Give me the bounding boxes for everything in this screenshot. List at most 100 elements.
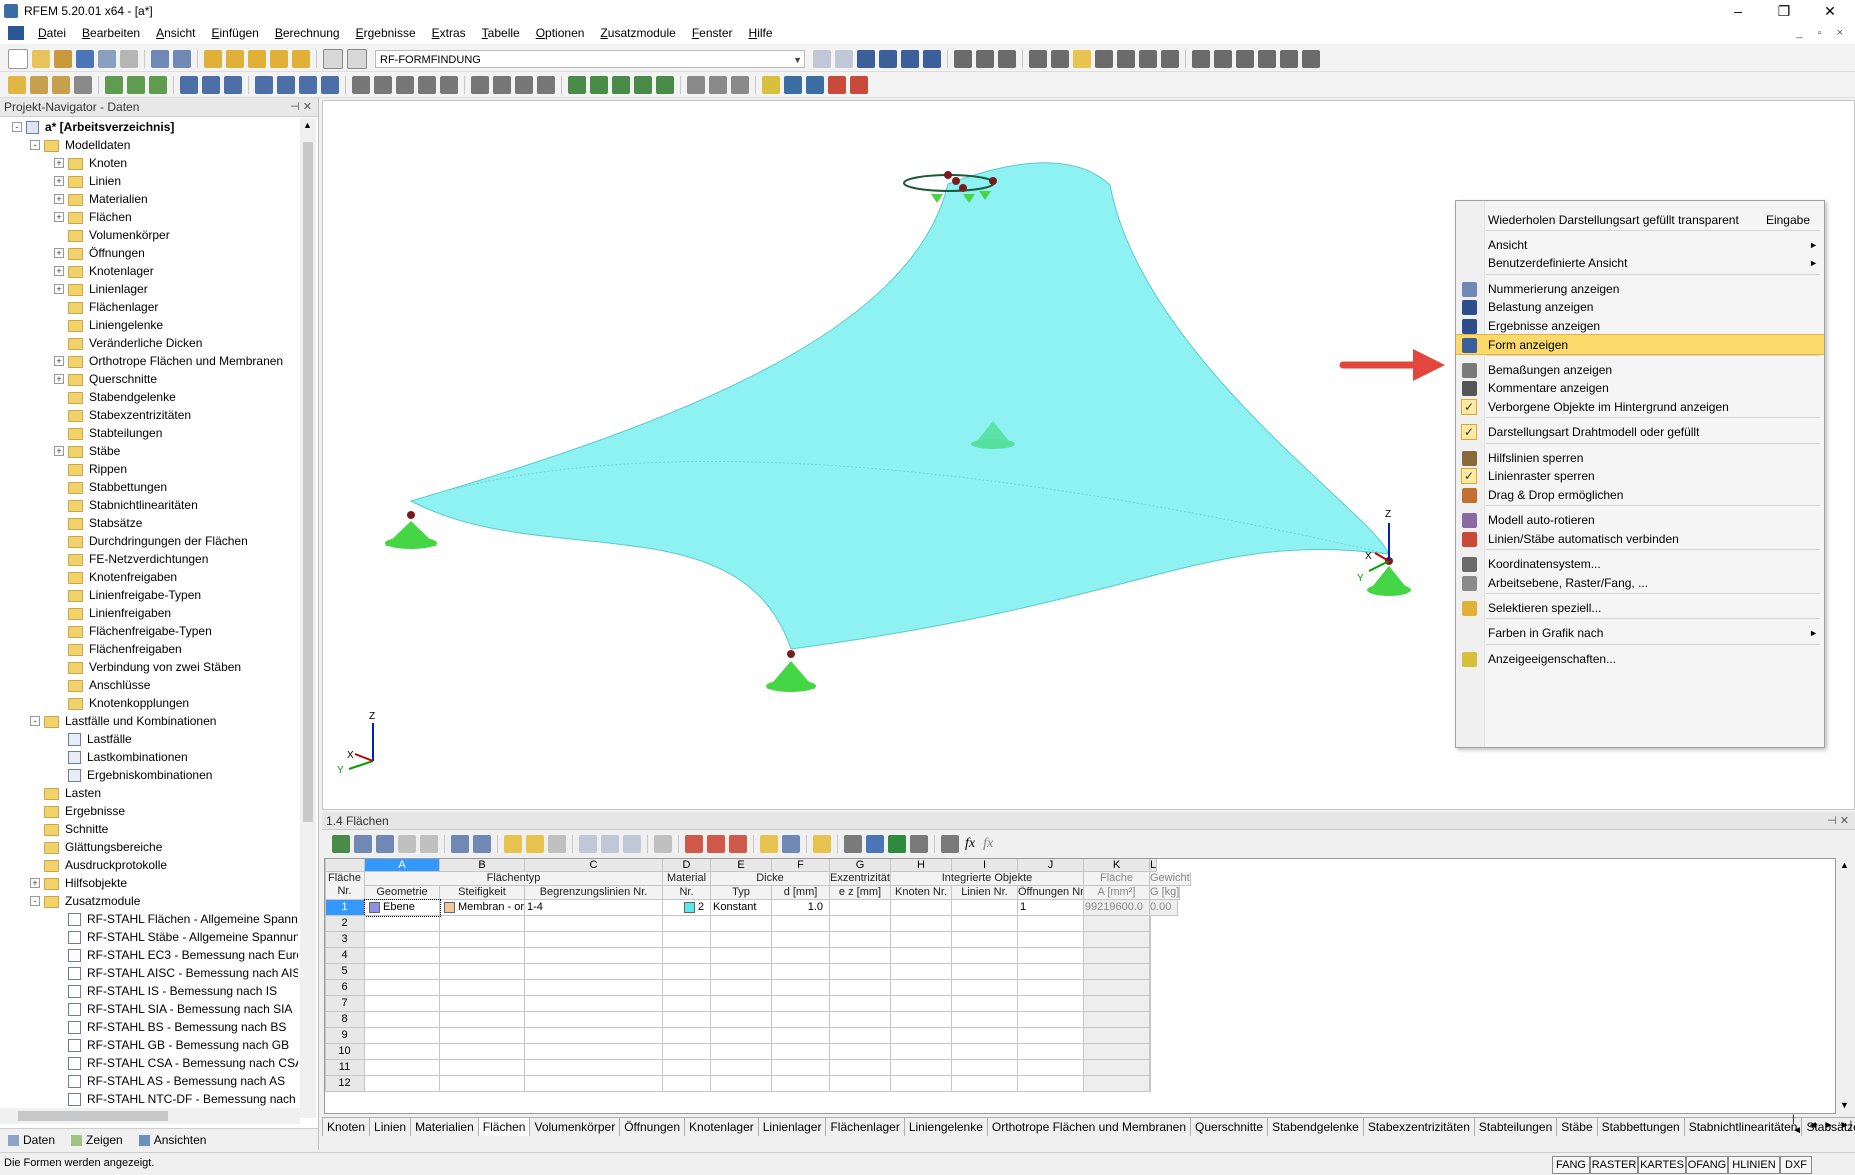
table-tool-icon[interactable] [654,835,672,853]
context-menu-item[interactable]: Drag & Drop ermöglichen [1456,485,1824,506]
support-right[interactable] [1367,557,1411,596]
table-cell[interactable] [891,1076,952,1092]
table-cell[interactable] [663,916,711,932]
tab-daten[interactable]: Daten [0,1133,63,1147]
row-number[interactable]: 10 [325,1044,365,1060]
menu-hilfe[interactable]: Hilfe [741,26,781,40]
text-icon[interactable] [731,75,749,94]
tree-item[interactable]: Rippen [68,460,127,478]
results-toolbar-icon[interactable] [879,49,897,68]
tree-item[interactable]: RF-STAHL BS - Bemessung nach BS [68,1018,286,1036]
expand-icon[interactable]: + [54,176,64,186]
table-cell[interactable] [663,996,711,1012]
tree-item[interactable]: RF-STAHL Flächen - Allgemeine Spannu [68,910,298,928]
tree-item[interactable]: RF-STAHL Stäbe - Allgemeine Spannunç [68,928,298,946]
table-tool-icon[interactable] [420,835,438,853]
member-tool-icon[interactable] [52,75,70,94]
column-letter[interactable]: I [952,859,1018,872]
table-cell[interactable] [711,932,772,948]
tree-item[interactable]: Liniengelenke [68,316,163,334]
save-icon[interactable] [76,49,94,68]
context-menu-item[interactable]: Wiederholen Darstellungsart gefüllt tran… [1456,210,1824,231]
column-letter[interactable]: L [1150,859,1158,872]
table-cell[interactable] [440,916,525,932]
open-icon[interactable] [32,49,50,68]
tree-item[interactable]: RF-STAHL NTC-DF - Bemessung nach N [68,1090,298,1108]
tools-icon[interactable] [1302,49,1320,68]
table-cell[interactable] [663,964,711,980]
tree-item[interactable]: Knotenfreigaben [68,568,177,586]
tree-item[interactable]: Lastfälle [68,730,132,748]
table-cell[interactable] [440,1060,525,1076]
sheet-tab[interactable]: Stabteilungen [1473,1117,1558,1136]
table-cell[interactable] [772,1044,830,1060]
tree-item[interactable]: + Flächen [54,208,132,226]
table-cell[interactable] [830,996,891,1012]
iso-icon[interactable] [1051,49,1069,68]
menu-berechnung[interactable]: Berechnung [267,26,348,40]
table-tool-icon[interactable] [579,835,597,853]
redo-icon[interactable] [173,49,191,68]
guide-icon[interactable] [709,75,727,94]
tree-item[interactable]: + Linien [54,172,121,190]
table-cell[interactable] [663,1044,711,1060]
close-button[interactable]: ✕ [1807,0,1853,22]
tree-item[interactable]: - a* [Arbeitsverzeichnis] [12,118,174,136]
menu-zusatzmodule[interactable]: Zusatzmodule [592,26,683,40]
navigator-hscroll-thumb[interactable] [18,1111,168,1121]
expand-icon[interactable]: + [54,374,64,384]
print-preview-icon[interactable] [120,49,138,68]
sheet-tab[interactable]: Knoten [322,1117,371,1136]
table-cell[interactable] [772,980,830,996]
tree-item[interactable]: RF-STAHL GB - Bemessung nach GB [68,1036,289,1054]
tree-item[interactable]: Knotenkopplungen [68,694,189,712]
sheet-tab[interactable]: Stabbettungen [1596,1117,1685,1136]
table-cell[interactable] [525,1076,663,1092]
sheet-tab[interactable]: Linien [369,1117,412,1136]
table-cell[interactable] [772,996,830,1012]
pdf-icon[interactable] [828,75,846,94]
expand-icon[interactable]: + [54,266,64,276]
tree-item[interactable]: Stabsätze [68,514,142,532]
select-icon[interactable] [255,75,273,94]
context-menu-item[interactable]: Modell auto-rotieren [1456,510,1824,531]
menu-bearbeiten[interactable]: Bearbeiten [74,26,148,40]
table-cell[interactable] [440,932,525,948]
find-icon[interactable] [226,49,244,68]
minimize-button[interactable]: – [1715,0,1761,22]
row-number[interactable]: 3 [325,932,365,948]
table-cell[interactable] [711,1060,772,1076]
visibility-icon[interactable] [321,75,339,94]
table-cell[interactable] [891,1060,952,1076]
document-icon[interactable] [8,26,24,40]
table-cell[interactable] [891,1028,952,1044]
sheet-tab[interactable]: Öffnungen [619,1117,686,1136]
table-cell[interactable] [891,916,952,932]
support-tool-icon[interactable] [105,75,123,94]
table-cell[interactable] [440,1028,525,1044]
column-letter[interactable]: B [440,859,525,872]
tree-item[interactable]: + Knoten [54,154,127,172]
tree-item[interactable]: Flächenlager [68,298,158,316]
load-case-icon[interactable] [590,75,608,94]
tree-item[interactable]: RF-STAHL SIA - Bemessung nach SIA [68,1000,292,1018]
tree-item[interactable]: Flächenfreigabe-Typen [68,622,212,640]
table-cell[interactable] [891,900,952,916]
table-cell[interactable] [365,1012,440,1028]
generate-icon[interactable] [352,75,370,94]
excel-icon[interactable] [888,835,906,853]
sheet-tab[interactable]: Stabexzentrizitäten [1362,1117,1475,1136]
context-menu-item[interactable]: Farben in Grafik nach ► [1456,623,1824,644]
table-icon[interactable] [323,48,343,69]
context-menu-item[interactable]: Koordinatensystem... [1456,554,1824,575]
table-tool-icon[interactable] [844,835,862,853]
node-point[interactable] [952,177,960,185]
table-cell[interactable] [525,1012,663,1028]
sections-icon[interactable] [923,49,941,68]
color-icon[interactable] [762,75,780,94]
table-cell[interactable] [365,964,440,980]
table-cell[interactable]: 1 [1018,900,1084,916]
shape-toolbar-icon[interactable] [1073,49,1091,68]
table-cell[interactable] [711,948,772,964]
status-raster-button[interactable]: RASTER [1590,1156,1638,1174]
